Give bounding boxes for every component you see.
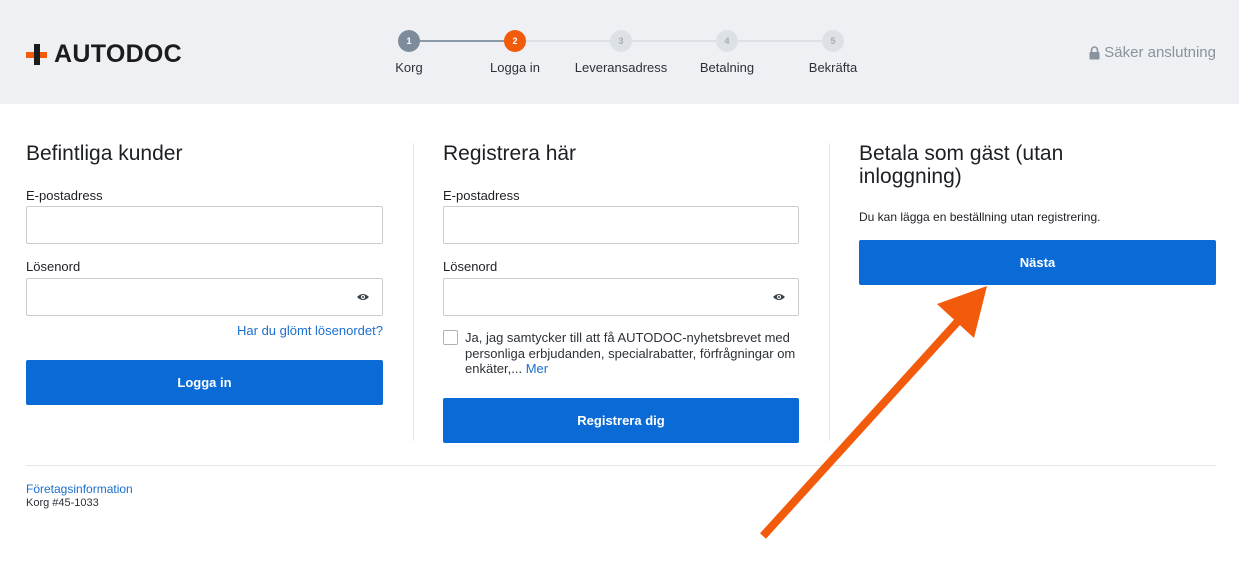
- step-connector: [409, 40, 515, 42]
- footer-divider: [26, 465, 1216, 466]
- step-connector: [515, 40, 833, 42]
- register-title: Registrera här: [443, 142, 577, 165]
- newsletter-checkbox[interactable]: [443, 330, 458, 345]
- guest-next-button[interactable]: Nästa: [859, 240, 1216, 285]
- register-email-label: E-postadress: [443, 188, 520, 203]
- guest-title: Betala som gäst (utan inloggning): [859, 142, 1064, 188]
- register-password-input[interactable]: [443, 278, 799, 316]
- step-5-dot: 5: [822, 30, 844, 52]
- step-4-label: Betalning: [699, 60, 755, 75]
- secure-connection: Säker anslutning: [1089, 44, 1216, 61]
- lock-icon: [1089, 45, 1100, 59]
- login-email-label: E-postadress: [26, 188, 103, 203]
- login-password-label: Lösenord: [26, 259, 81, 274]
- cart-id: Korg #45-1033: [26, 497, 99, 509]
- secure-label: Säker anslutning: [1104, 44, 1216, 61]
- step-5-label: Bekräfta: [808, 60, 858, 75]
- login-button[interactable]: Logga in: [26, 360, 383, 405]
- checkout-header: AUTODOC 1 2 3 4 5 Korg Logga in Leverans…: [0, 0, 1239, 104]
- consent-text: Ja, jag samtycker till att få AUTODOC-ny…: [465, 330, 796, 376]
- forgot-password-link[interactable]: Har du glömt lösenordet?: [237, 323, 383, 338]
- step-2-label: Logga in: [490, 60, 540, 75]
- login-email-input[interactable]: [26, 206, 383, 244]
- register-email-input[interactable]: [443, 206, 799, 244]
- eye-icon[interactable]: [356, 290, 370, 304]
- guest-section: Betala som gäst (utan inloggning) Du kan…: [859, 142, 1216, 292]
- guest-description: Du kan lägga en beställning utan registr…: [859, 210, 1101, 224]
- checkout-steps: 1 2 3 4 5 Korg Logga in Leveransadress B…: [0, 0, 1239, 104]
- column-divider: [413, 143, 414, 441]
- arrow-annotation-icon: [760, 286, 987, 539]
- register-password-label: Lösenord: [443, 259, 498, 274]
- newsletter-consent: Ja, jag samtycker till att få AUTODOC-ny…: [465, 330, 805, 377]
- consent-more-link[interactable]: Mer: [526, 361, 548, 376]
- step-1-dot: 1: [398, 30, 420, 52]
- step-1-label: Korg: [395, 60, 423, 75]
- step-3-label: Leveransadress: [574, 60, 668, 75]
- login-title: Befintliga kunder: [26, 142, 183, 165]
- login-password-input[interactable]: [26, 278, 383, 316]
- company-info-link[interactable]: Företagsinformation: [26, 482, 133, 496]
- register-section: Registrera här E-postadress Lösenord Ja,…: [443, 142, 800, 452]
- step-2-dot: 2: [504, 30, 526, 52]
- step-3-dot: 3: [610, 30, 632, 52]
- step-4-dot: 4: [716, 30, 738, 52]
- register-button[interactable]: Registrera dig: [443, 398, 799, 443]
- login-section: Befintliga kunder E-postadress Lösenord …: [26, 142, 383, 412]
